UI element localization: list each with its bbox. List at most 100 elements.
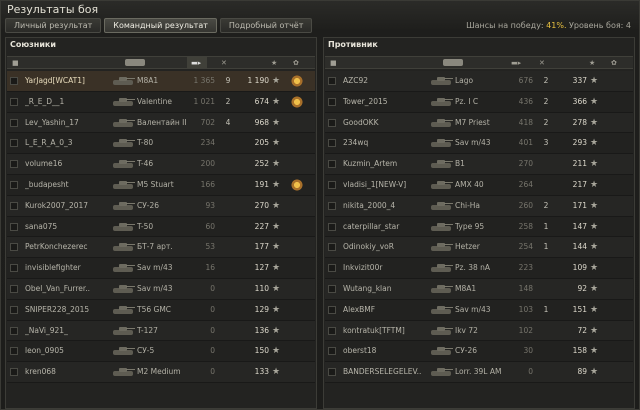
player-row[interactable]: Inkvizit00r Pz. 38 nA 223 109 ★ (325, 258, 633, 279)
player-row[interactable]: AlexBMF Sav m/43 103 1 151 ★ (325, 299, 633, 321)
shell-icon[interactable]: ▬▸ (511, 59, 521, 67)
square-icon[interactable]: ■ (330, 59, 337, 67)
allies-title: Союзники (10, 40, 56, 49)
tab-detailed-report[interactable]: Подробный отчёт (219, 18, 313, 33)
checkbox-icon[interactable] (328, 368, 336, 377)
star-icon: ★ (590, 283, 599, 294)
player-row[interactable]: YarJagd[WCAT1] M8A1 1 365 9 1 190 ★ (7, 71, 315, 92)
player-row[interactable]: BANDERSELEGELEV.. Lorr. 39L AM 0 89 ★ (325, 362, 633, 383)
enemies-title: Противник (328, 40, 378, 49)
player-row[interactable]: SNIPER228_2015 T56 GMC 0 129 ★ (7, 299, 315, 321)
medal-icon[interactable] (290, 177, 304, 192)
checkbox-icon[interactable] (10, 139, 18, 148)
damage-value: 200 (200, 159, 215, 169)
checkbox-icon[interactable] (10, 264, 18, 273)
player-row[interactable]: _R_E_D__1 Valentine 1 021 2 674 ★ (7, 91, 315, 113)
player-row[interactable]: caterpillar_star Type 95 258 1 147 ★ (325, 216, 633, 238)
player-row[interactable]: sana075 T-50 60 227 ★ (7, 216, 315, 238)
tab-personal-result[interactable]: Личный результат (5, 18, 102, 33)
star-icon: ★ (272, 159, 281, 170)
checkbox-icon[interactable] (328, 243, 336, 252)
tab-team-result[interactable]: Командный результат (104, 18, 217, 33)
player-row[interactable]: Wutang_klan M8A1 148 92 ★ (325, 278, 633, 300)
checkbox-icon[interactable] (328, 97, 336, 106)
player-row[interactable]: GoodOKK M7 Priest 418 2 278 ★ (325, 112, 633, 134)
crossed-tank-icon[interactable]: ✕ (539, 59, 545, 67)
checkbox-icon[interactable] (328, 180, 336, 189)
checkbox-icon[interactable] (328, 201, 336, 210)
checkbox-icon[interactable] (10, 368, 18, 377)
player-row[interactable]: oberst18 СУ-26 30 158 ★ (325, 341, 633, 363)
checkbox-icon[interactable] (328, 77, 336, 85)
checkbox-icon[interactable] (328, 222, 336, 231)
checkbox-icon[interactable] (10, 305, 18, 314)
tank-icon (429, 326, 453, 336)
checkbox-icon[interactable] (10, 118, 18, 127)
star-icon: ★ (590, 117, 599, 128)
checkbox-icon[interactable] (328, 284, 336, 293)
shell-icon[interactable]: ▬▸ (191, 59, 201, 67)
medal-header-icon[interactable]: ✿ (293, 59, 299, 67)
checkbox-icon[interactable] (10, 180, 18, 189)
checkbox-icon[interactable] (328, 160, 336, 169)
checkbox-icon[interactable] (328, 305, 336, 314)
checkbox-icon[interactable] (10, 201, 18, 210)
star-icon: ★ (590, 221, 599, 232)
star-icon[interactable]: ★ (589, 59, 595, 67)
player-row[interactable]: PetrKonchezerec БТ-7 арт. 53 177 ★ (7, 237, 315, 259)
tank-name: AMX 40 (455, 179, 484, 189)
tank-icon[interactable] (125, 59, 145, 66)
player-row[interactable]: AZC92 Lago 676 2 337 ★ (325, 71, 633, 92)
player-row[interactable]: _NaVi_921_ T-127 0 136 ★ (7, 320, 315, 342)
damage-value: 676 (518, 76, 533, 85)
medal-icon[interactable] (290, 94, 304, 109)
checkbox-icon[interactable] (10, 326, 18, 335)
player-row[interactable]: Odinokiy_voR Hetzer 254 1 144 ★ (325, 237, 633, 259)
damage-value: 16 (205, 263, 215, 273)
player-row[interactable]: Kuzmin_Artem B1 270 211 ★ (325, 154, 633, 175)
player-row[interactable]: Obel_Van_Furrer.. Sav m/43 0 110 ★ (7, 278, 315, 300)
checkbox-icon[interactable] (10, 160, 18, 169)
medal-icon[interactable] (290, 74, 304, 88)
player-row[interactable]: vladisi_1[NEW-V] AMX 40 264 217 ★ (325, 174, 633, 196)
tank-name: T56 GMC (137, 304, 172, 314)
player-name: nikita_2000_4 (343, 200, 396, 210)
player-row[interactable]: L_E_R_A_0_3 T-80 234 205 ★ (7, 133, 315, 155)
title-bar[interactable]: Результаты боя (1, 1, 640, 19)
player-row[interactable]: Tower_2015 Pz. I C 436 2 366 ★ (325, 91, 633, 113)
checkbox-icon[interactable] (328, 347, 336, 356)
medal-header-icon[interactable]: ✿ (611, 59, 617, 67)
xp-value: 293 (572, 138, 587, 148)
checkbox-icon[interactable] (328, 139, 336, 148)
tank-icon (429, 367, 453, 377)
tank-icon[interactable] (443, 59, 463, 66)
player-row[interactable]: Kurok2007_2017 СУ-26 93 270 ★ (7, 195, 315, 217)
player-row[interactable]: nikita_2000_4 Chi-Ha 260 2 171 ★ (325, 195, 633, 217)
checkbox-icon[interactable] (10, 347, 18, 356)
star-icon: ★ (272, 263, 281, 274)
star-icon[interactable]: ★ (271, 59, 277, 67)
checkbox-icon[interactable] (10, 77, 18, 85)
player-row[interactable]: 234wq Sav m/43 401 3 293 ★ (325, 133, 633, 155)
crossed-tank-icon[interactable]: ✕ (221, 59, 227, 67)
checkbox-icon[interactable] (10, 222, 18, 231)
tank-icon (429, 263, 453, 273)
player-row[interactable]: Lev_Yashin_17 Валентайн II 702 4 968 ★ (7, 112, 315, 134)
chances-value: 41%. (546, 21, 567, 30)
square-icon[interactable]: ■ (12, 59, 19, 67)
checkbox-icon[interactable] (328, 264, 336, 273)
xp-value: 127 (254, 263, 269, 273)
checkbox-icon[interactable] (10, 97, 18, 106)
player-row[interactable]: _budapesht M5 Stuart 166 191 ★ (7, 174, 315, 196)
player-name: Tower_2015 (343, 96, 388, 106)
checkbox-icon[interactable] (328, 118, 336, 127)
player-row[interactable]: kontratuk[TFTM] Ikv 72 102 72 ★ (325, 320, 633, 342)
tank-name: Lorr. 39L AM (455, 367, 502, 377)
player-row[interactable]: kren068 M2 Medium 0 133 ★ (7, 362, 315, 383)
player-row[interactable]: invisiblefighter Sav m/43 16 127 ★ (7, 258, 315, 279)
player-row[interactable]: leon_0905 СУ-5 0 150 ★ (7, 341, 315, 363)
player-row[interactable]: volume16 T-46 200 252 ★ (7, 154, 315, 175)
checkbox-icon[interactable] (328, 326, 336, 335)
checkbox-icon[interactable] (10, 284, 18, 293)
checkbox-icon[interactable] (10, 243, 18, 252)
